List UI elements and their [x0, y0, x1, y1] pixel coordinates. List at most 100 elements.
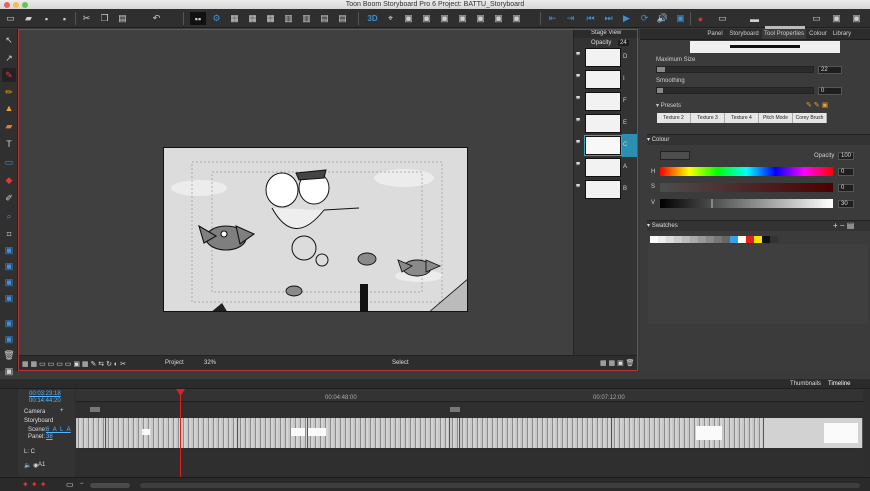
- timeline-view-icon[interactable]: ▭: [66, 480, 74, 489]
- pencil-tool-icon[interactable]: ✏: [2, 85, 16, 99]
- library-tool-icon[interactable]: ▣: [2, 364, 16, 378]
- track-panel[interactable]: [450, 418, 460, 448]
- panel-dup-tool-icon[interactable]: ▣: [2, 332, 16, 346]
- text-tool-icon[interactable]: T: [2, 137, 16, 151]
- tab-panel[interactable]: Panel: [704, 29, 726, 39]
- stroke-icon[interactable]: ▭: [716, 12, 729, 25]
- transform-icon[interactable]: ⚙: [210, 12, 223, 25]
- options-icon[interactable]: ▣: [850, 12, 863, 25]
- preset-button[interactable]: Pitch Mode: [759, 113, 793, 123]
- scene-value[interactable]: 6_A_L_A: [46, 427, 71, 433]
- delete-panel-icon[interactable]: ▣: [474, 12, 487, 25]
- select-tool-icon[interactable]: ↖: [2, 33, 16, 47]
- hue-slider[interactable]: [660, 167, 833, 176]
- colour-swatch[interactable]: [698, 236, 706, 243]
- layout-6-icon[interactable]: ▤: [336, 12, 349, 25]
- brush-preset-icon[interactable]: ●: [694, 12, 707, 25]
- layer-3-tool-icon[interactable]: ▣: [2, 275, 16, 289]
- add-panel-2-icon[interactable]: ▣: [420, 12, 433, 25]
- 3d-icon[interactable]: 3D: [366, 12, 379, 25]
- zoom-window-button[interactable]: [22, 2, 28, 8]
- tab-colour[interactable]: Colour: [808, 29, 828, 39]
- track-panel[interactable]: [460, 418, 612, 448]
- colour-swatch[interactable]: [746, 236, 754, 243]
- sound-scrub-icon[interactable]: ▣: [674, 12, 687, 25]
- join-panel-icon[interactable]: ▣: [456, 12, 469, 25]
- minimize-window-button[interactable]: [13, 2, 19, 8]
- colour-swatch[interactable]: [722, 236, 730, 243]
- playhead[interactable]: [180, 389, 181, 477]
- layout-icon[interactable]: ▦: [246, 12, 259, 25]
- brush-tool-icon[interactable]: ✎: [2, 68, 16, 82]
- layout-4-icon[interactable]: ▥: [300, 12, 313, 25]
- previous-icon[interactable]: ⇤: [546, 12, 559, 25]
- close-window-button[interactable]: [4, 2, 10, 8]
- colour-swatch[interactable]: [706, 236, 714, 243]
- speaker-icon[interactable]: 🔈 ◉: [24, 462, 38, 469]
- colour-swatch[interactable]: [658, 236, 666, 243]
- eyedropper-icon[interactable]: ✐: [2, 191, 16, 205]
- copy-icon[interactable]: ❐: [98, 12, 111, 25]
- scene-2-icon[interactable]: ▣: [510, 12, 523, 25]
- layout-5-icon[interactable]: ▤: [318, 12, 331, 25]
- cut-icon[interactable]: ✂: [80, 12, 93, 25]
- track-panel[interactable]: [612, 418, 764, 448]
- colour-swatch[interactable]: [714, 236, 722, 243]
- colour-swatch[interactable]: [762, 236, 770, 243]
- preset-button[interactable]: Texture 2: [657, 113, 691, 123]
- v-value[interactable]: 30: [838, 200, 854, 208]
- next-icon[interactable]: ⇥: [564, 12, 577, 25]
- colour-swatch[interactable]: [666, 236, 674, 243]
- zoom-slider[interactable]: [90, 483, 130, 488]
- timeline-ruler[interactable]: 00:04:48:00 00:07:12:00: [76, 389, 863, 402]
- layout-2-icon[interactable]: ▦: [264, 12, 277, 25]
- slider-start-icon[interactable]: ▬: [748, 12, 761, 25]
- track-panel[interactable]: [106, 418, 238, 448]
- tab-library[interactable]: Library: [830, 29, 854, 39]
- rectangle-tool-icon[interactable]: ▭: [2, 155, 16, 169]
- value-slider[interactable]: [660, 199, 833, 208]
- layout-3-icon[interactable]: ▥: [282, 12, 295, 25]
- first-frame-icon[interactable]: ⏮: [584, 12, 597, 25]
- colour-swatch[interactable]: [770, 236, 778, 243]
- tab-thumbnails[interactable]: Thumbnails: [790, 381, 821, 387]
- smoothing-value[interactable]: 0: [818, 87, 842, 95]
- track-panel[interactable]: [308, 418, 450, 448]
- timecode[interactable]: 00:03:23:18: [29, 391, 61, 397]
- current-colour-swatch[interactable]: [660, 151, 690, 160]
- zoom-out-icon[interactable]: −: [80, 481, 84, 487]
- zoom-tool-icon[interactable]: ⌕: [2, 209, 16, 223]
- maximum-size-value[interactable]: 22: [818, 66, 842, 74]
- colour-swatch[interactable]: [682, 236, 690, 243]
- timeline-scrollbar[interactable]: [140, 483, 860, 488]
- panel-value[interactable]: 38: [46, 434, 53, 440]
- delete-tool-icon[interactable]: 🗑: [2, 348, 16, 362]
- smoothing-slider[interactable]: [656, 87, 814, 94]
- onion-skin-icon[interactable]: ▪▪: [190, 12, 206, 25]
- preset-button[interactable]: Texture 3: [691, 113, 725, 123]
- pressure-icon[interactable]: ▣: [830, 12, 843, 25]
- saturation-slider[interactable]: [660, 183, 833, 192]
- camera-icon[interactable]: ⌖: [384, 12, 397, 25]
- last-frame-icon[interactable]: ⏭: [602, 12, 615, 25]
- new-file-icon[interactable]: ▭: [4, 12, 17, 25]
- camera-key[interactable]: [90, 407, 100, 412]
- colour-swatch[interactable]: [690, 236, 698, 243]
- scene-icon[interactable]: ▣: [492, 12, 505, 25]
- save-icon[interactable]: ▪: [40, 12, 53, 25]
- storyboard-track[interactable]: [76, 418, 863, 448]
- loop-icon[interactable]: ⟳: [638, 12, 651, 25]
- grid-icon[interactable]: ▦: [228, 12, 241, 25]
- colour-swatch[interactable]: [738, 236, 746, 243]
- camera-tool-icon[interactable]: ⌗: [2, 227, 16, 241]
- camera-key-2[interactable]: [450, 407, 460, 412]
- layer-4-tool-icon[interactable]: ▣: [2, 291, 16, 305]
- paint-tool-icon[interactable]: ▲: [2, 101, 16, 115]
- undo-icon[interactable]: ↶: [150, 12, 163, 25]
- add-panel-icon[interactable]: ▣: [402, 12, 415, 25]
- play-icon[interactable]: ▶: [620, 12, 633, 25]
- paste-icon[interactable]: ▤: [116, 12, 129, 25]
- preset-actions-icon[interactable]: ✎ ✎ ▣: [806, 101, 828, 109]
- split-panel-icon[interactable]: ▣: [438, 12, 451, 25]
- tab-tool-properties[interactable]: Tool Properties: [762, 29, 806, 39]
